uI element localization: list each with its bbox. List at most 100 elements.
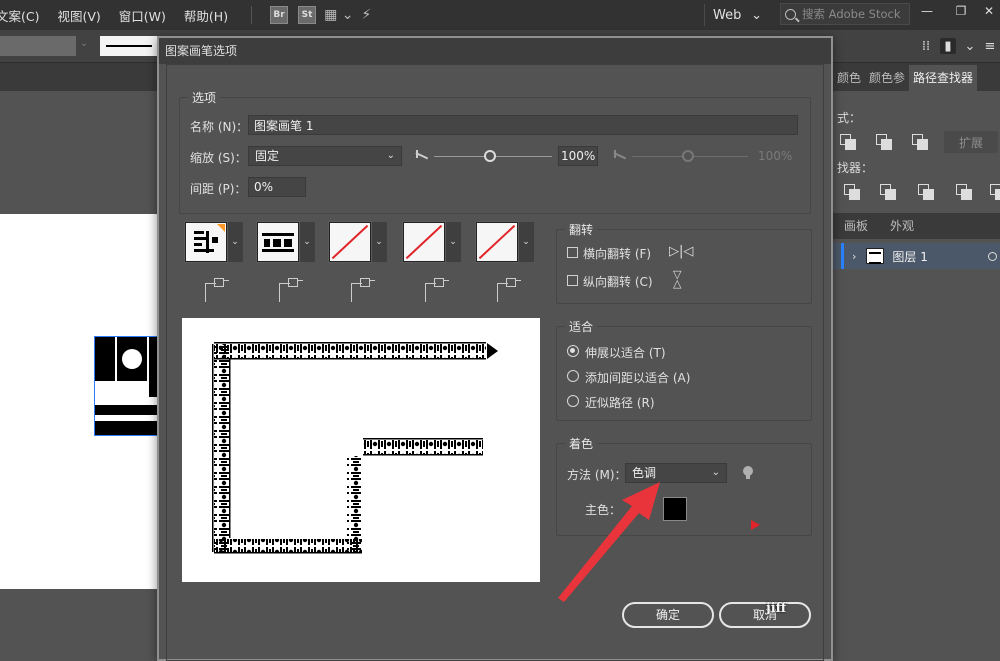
chevron-down-icon[interactable]: ⌄ <box>371 222 387 262</box>
stock-search-input[interactable]: 搜索 Adobe Stock <box>780 3 910 25</box>
fit-stretch-radio[interactable] <box>567 345 579 357</box>
cancel-button[interactable]: 取消 <box>719 602 811 628</box>
shape-modes-label: 式： <box>837 111 862 125</box>
chevron-down-icon[interactable]: ⌄ <box>962 38 978 54</box>
end-tile-button[interactable]: ⌄ <box>475 221 534 263</box>
pattern-brush-options-dialog: 图案画笔选项 选项 名称 (N)： 缩放 (S)： 固定 ⌄ 100% 间距 (… <box>157 36 833 661</box>
spacing-label: 间距 (P)： <box>190 182 247 196</box>
options-group-title: 选项 <box>188 89 221 106</box>
menu-item-help[interactable]: 帮助(H) <box>175 6 237 25</box>
flip-group-title: 翻转 <box>565 221 598 238</box>
pattern-thumb <box>190 229 222 255</box>
colorization-group-title: 着色 <box>565 435 598 452</box>
eyedropper-icon[interactable] <box>631 499 647 515</box>
scale-max-icon <box>614 150 628 162</box>
side-tile-swatch <box>184 221 228 263</box>
flip-along-label: 横向翻转 (F) <box>583 247 652 261</box>
outline-icon[interactable] <box>989 183 1000 201</box>
scale-max-slider-knob <box>682 150 694 162</box>
pathfinders-label: 找器： <box>837 161 874 175</box>
bridge-app-icon[interactable]: Br <box>270 6 289 24</box>
target-circle-icon[interactable] <box>988 251 997 261</box>
fit-approximate-radio[interactable] <box>567 395 579 407</box>
chevron-down-icon[interactable]: ⌄ <box>80 38 88 49</box>
tips-bulb-icon[interactable] <box>743 466 753 479</box>
flip-horizontal-icon: ▷|◁ <box>669 244 694 259</box>
unite-icon[interactable] <box>839 133 857 151</box>
crop-icon[interactable] <box>955 183 973 201</box>
dialog-title: 图案画笔选项 <box>159 38 831 64</box>
chevron-right-icon[interactable]: › <box>852 250 856 263</box>
pattern-thumb <box>262 229 294 255</box>
merge-icon[interactable] <box>917 183 935 201</box>
brush-name-input[interactable] <box>248 115 798 135</box>
menu-item-text[interactable]: 文案(C) <box>0 6 48 25</box>
layer-row[interactable]: › 图层 1 <box>833 243 1000 269</box>
chevron-down-icon: ⌄ <box>386 150 395 161</box>
flip-across-checkbox[interactable] <box>567 275 578 286</box>
none-swatch <box>402 221 446 263</box>
arrange-documents-icon[interactable]: ▦ ⌄ <box>324 7 353 23</box>
chevron-down-icon: ⌄ <box>711 467 720 478</box>
selected-pattern-artwork[interactable] <box>94 336 161 436</box>
transform-icon[interactable]: ▮ <box>940 38 956 54</box>
menu-item-view[interactable]: 视图(V) <box>48 6 109 25</box>
outer-corner-tile-button[interactable]: ⌄ <box>256 221 315 263</box>
gpu-performance-icon[interactable]: ⚡ <box>362 7 372 23</box>
tab-color-guide[interactable]: 颜色参 <box>865 65 909 91</box>
selected-flag-icon <box>217 224 225 232</box>
scale-percent-input[interactable] <box>558 146 598 166</box>
workspace-switcher[interactable]: Web ⌄ <box>704 4 770 26</box>
minimize-icon[interactable]: — <box>914 0 940 22</box>
menu-lines-icon[interactable]: ≡ <box>982 38 998 54</box>
close-icon[interactable]: ✕ <box>976 0 1000 22</box>
intersect-icon[interactable] <box>911 133 929 151</box>
inner-corner-tile-button[interactable]: ⌄ <box>328 221 387 263</box>
fill-color-field[interactable] <box>0 36 76 56</box>
key-color-swatch[interactable] <box>663 497 687 521</box>
restore-icon[interactable]: ❐ <box>948 0 974 22</box>
none-swatch <box>328 221 372 263</box>
art-shape <box>117 337 147 381</box>
start-tile-button[interactable]: ⌄ <box>402 221 461 263</box>
scale-slider-knob[interactable] <box>484 150 496 162</box>
flip-along-checkbox[interactable] <box>567 247 578 258</box>
tab-artboards[interactable]: 画板 <box>833 213 879 239</box>
minus-front-icon[interactable] <box>875 133 893 151</box>
colorization-method-value: 色调 <box>632 466 657 480</box>
chevron-down-icon[interactable]: ⌄ <box>299 222 315 262</box>
side-tile-icon <box>201 277 231 303</box>
dialog-body: 选项 名称 (N)： 缩放 (S)： 固定 ⌄ 100% 间距 (P)： <box>166 64 824 661</box>
end-tile-icon <box>493 277 523 303</box>
outer-corner-swatch <box>256 221 300 263</box>
side-tile-button[interactable]: ⌄ <box>184 221 243 263</box>
chevron-down-icon[interactable]: ⌄ <box>445 222 461 262</box>
stroke-profile-field[interactable] <box>100 36 158 56</box>
scale-label: 缩放 (S)： <box>190 151 247 165</box>
scale-mode-value: 固定 <box>255 149 280 163</box>
scale-mode-select[interactable]: 固定 ⌄ <box>248 146 402 166</box>
align-icon[interactable]: ⁞⁞ <box>918 38 934 54</box>
tab-color[interactable]: 颜色 <box>833 65 865 91</box>
menu-item-window[interactable]: 窗口(W) <box>110 6 175 25</box>
none-swatch <box>475 221 519 263</box>
art-shape <box>95 405 161 415</box>
ok-button[interactable]: 确定 <box>622 602 714 628</box>
tab-pathfinder[interactable]: 路径查找器 <box>909 65 978 91</box>
search-icon <box>785 8 796 20</box>
tab-appearance[interactable]: 外观 <box>879 213 925 239</box>
expand-button[interactable]: 扩展 <box>944 131 998 153</box>
flip-vertical-icon: ▽ △ <box>673 268 682 290</box>
chevron-down-icon[interactable]: ⌄ <box>227 222 243 262</box>
fit-group-title: 适合 <box>565 318 598 335</box>
trim-icon[interactable] <box>879 183 897 201</box>
colorization-method-select[interactable]: 色调 ⌄ <box>625 463 727 483</box>
stock-app-icon[interactable]: St <box>298 6 317 24</box>
chevron-down-icon[interactable]: ⌄ <box>518 222 534 262</box>
fit-add-space-radio[interactable] <box>567 370 579 382</box>
key-color-label: 主色： <box>585 503 622 517</box>
spacing-input[interactable] <box>248 177 306 197</box>
flip-group: 翻转 横向翻转 (F) ▷|◁ 纵向翻转 (C) ▽ △ <box>556 221 812 304</box>
right-panel-dock: 颜色 颜色参 路径查找器 式： 扩展 找器： 画板 外观 › 图层 1 <box>832 63 1000 661</box>
divide-icon[interactable] <box>843 183 861 201</box>
